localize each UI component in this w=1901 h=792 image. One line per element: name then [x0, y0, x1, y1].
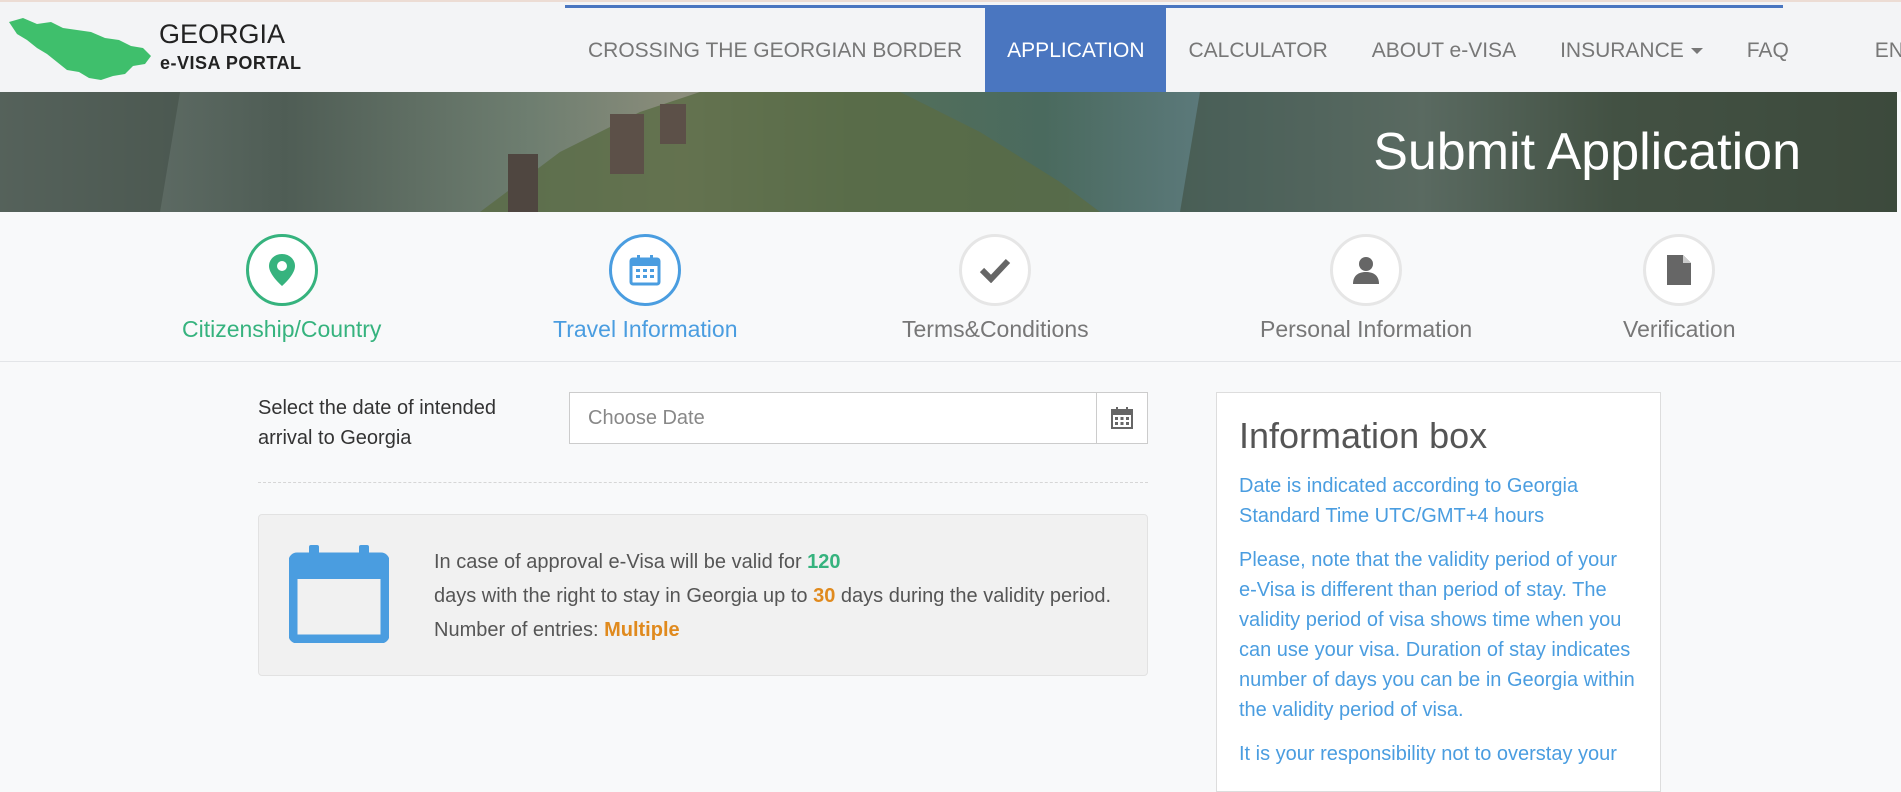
nav-faq[interactable]: FAQ: [1725, 8, 1811, 94]
georgia-map-logo[interactable]: [5, 10, 165, 85]
stay-days-value: 30: [813, 585, 836, 607]
step-circle: [1643, 234, 1716, 306]
step-circle: [245, 234, 318, 306]
step-label: Terms&Conditions: [902, 316, 1089, 342]
hero-banner: Submit Application: [0, 92, 1897, 212]
info-paragraph: Date is indicated according to Georgia S…: [1239, 475, 1579, 527]
brand-title: GEORGIA: [159, 19, 286, 49]
entries-value: Multiple: [604, 619, 680, 641]
step-label: Verification: [1623, 316, 1736, 342]
step-terms-conditions[interactable]: Terms&Conditions: [902, 234, 1089, 343]
nav-insurance-dropdown[interactable]: INSURANCE: [1538, 8, 1725, 94]
visa-validity-panel: In case of approval e-Visa will be valid…: [258, 514, 1148, 676]
information-box: Information box Date is indicated accord…: [1216, 392, 1661, 792]
main-nav: CROSSING THE GEORGIAN BORDER APPLICATION…: [565, 8, 1901, 94]
language-dropdown[interactable]: EN: [1811, 8, 1901, 94]
checkmark-icon: [980, 258, 1011, 283]
info-box-title: Information box: [1239, 415, 1488, 456]
info-paragraph: It is your responsibility not to oversta…: [1239, 743, 1617, 765]
step-personal-information[interactable]: Personal Information: [1260, 234, 1472, 343]
arrival-date-label: Select the date of intended arrival to G…: [258, 397, 496, 449]
step-label: Travel Information: [553, 316, 738, 342]
progress-steps: Citizenship/Country Travel Information T…: [0, 212, 1901, 362]
nav-about-evisa[interactable]: ABOUT e-VISA: [1350, 8, 1538, 94]
step-travel-information[interactable]: Travel Information: [553, 234, 738, 343]
page-title: Submit Application: [1373, 123, 1801, 181]
valid-days-value: 120: [807, 551, 841, 573]
document-icon: [1667, 255, 1692, 285]
nav-calculator[interactable]: CALCULATOR: [1166, 8, 1349, 94]
info-paragraph: Please, note that the validity period of…: [1239, 549, 1635, 721]
nav-application[interactable]: APPLICATION: [985, 8, 1167, 94]
date-picker-button[interactable]: [1096, 392, 1148, 444]
step-label: Citizenship/Country: [182, 316, 382, 342]
user-icon: [1353, 257, 1380, 284]
calendar-icon: [289, 545, 389, 643]
calendar-icon: [629, 255, 661, 286]
step-circle: [609, 234, 682, 306]
step-circle: [959, 234, 1032, 306]
calendar-icon: [1111, 407, 1133, 429]
form-divider: [258, 482, 1148, 483]
nav-crossing-border[interactable]: CROSSING THE GEORGIAN BORDER: [565, 8, 985, 94]
brand-subtitle: e-VISA PORTAL: [160, 53, 302, 73]
step-citizenship[interactable]: Citizenship/Country: [182, 234, 381, 343]
chevron-down-icon: [1690, 48, 1703, 54]
validity-text: In case of approval e-Visa will be valid…: [434, 551, 1112, 641]
step-circle: [1330, 234, 1403, 306]
arrival-date-input[interactable]: [569, 392, 1096, 444]
step-label: Personal Information: [1260, 316, 1473, 342]
step-verification[interactable]: Verification: [1623, 234, 1736, 343]
arrival-date-group: [569, 392, 1148, 444]
site-header: GEORGIA e-VISA PORTAL CROSSING THE GEORG…: [0, 0, 1901, 94]
map-marker-icon: [268, 254, 295, 286]
